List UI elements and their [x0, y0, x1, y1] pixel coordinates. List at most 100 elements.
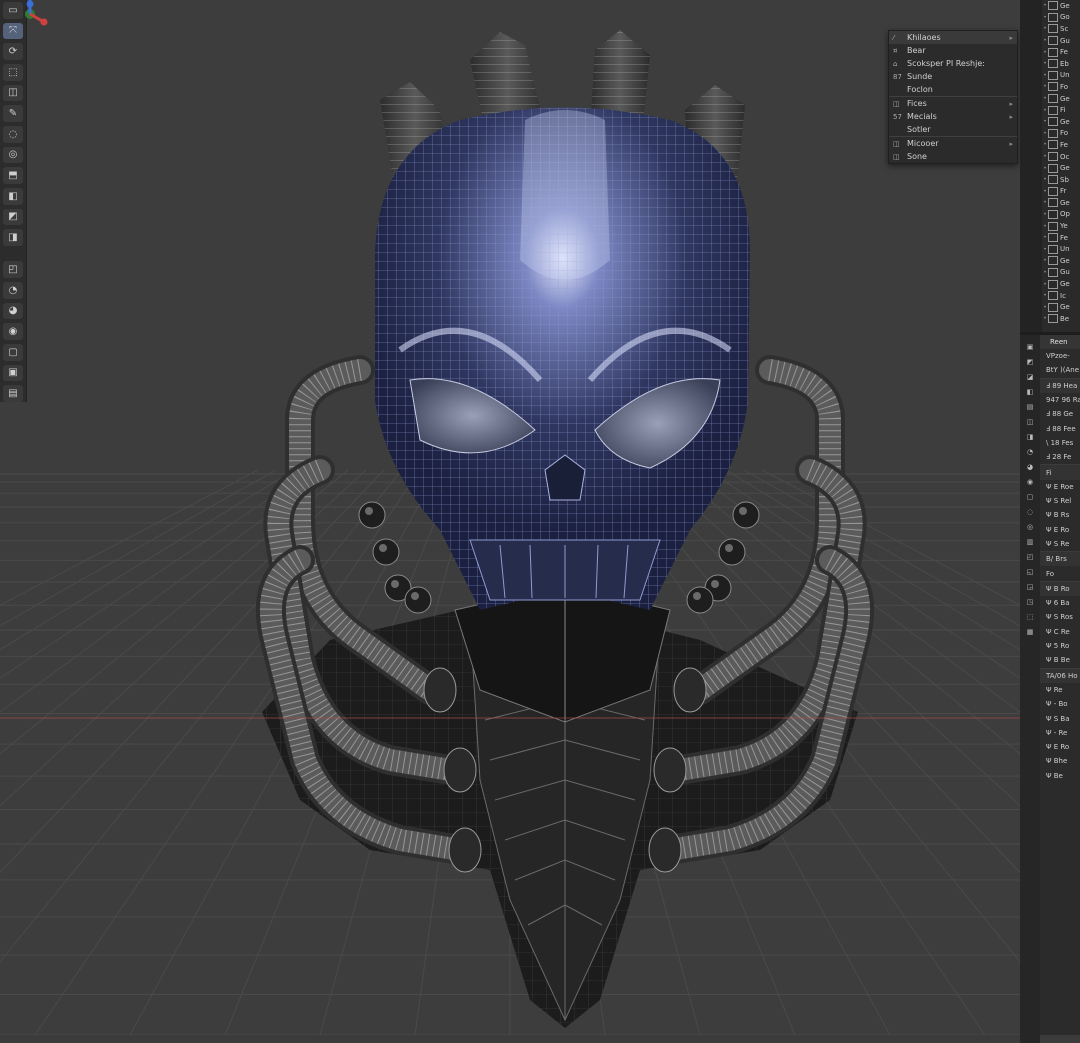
outliner-item[interactable]: • Sb [1042, 174, 1080, 186]
menu-item[interactable]: ⌂ Scoksper PI Reshje: [889, 57, 1017, 70]
property-row[interactable]: Ψ - Re [1040, 726, 1080, 740]
tool-smooth-icon[interactable]: ◉ [3, 323, 23, 340]
properties-tab-icon[interactable]: ▣ [1026, 343, 1035, 352]
tool-measure-icon[interactable]: ◌ [3, 125, 23, 143]
properties-tab-icon[interactable]: ◪ [1026, 373, 1035, 382]
tool-transform-icon[interactable]: ◫ [3, 84, 23, 102]
menu-item[interactable]: ⁄ Khilaoes ▸ [889, 31, 1017, 44]
3d-viewport[interactable]: ▭ ⤧ ⟳ ⬚ ◫ ✎ ◌ ◎ ⬒ ◧ ◩ ◨ ◰ ◔ ◕ ◉ ▢ ▣ ▤ ⁄ Khilaoes ▸ ¤ Bear ⌂ Scok… [0, 0, 1020, 1035]
gizmo-z-ball[interactable] [26, 0, 34, 8]
outliner-item[interactable]: • Eb [1042, 58, 1080, 70]
properties-tab-icon[interactable]: ◕ [1026, 463, 1035, 472]
properties-tab-icon[interactable]: ▥ [1026, 538, 1035, 547]
menu-item[interactable]: Foclon [889, 83, 1017, 96]
outliner-item[interactable]: • Fi [1042, 104, 1080, 116]
property-row[interactable]: Ψ S Ros [1040, 610, 1080, 624]
outliner-item[interactable]: • Ge [1042, 162, 1080, 174]
outliner-item[interactable]: • Gu [1042, 35, 1080, 47]
property-row[interactable]: Ⅎ 89 Hea [1040, 377, 1080, 393]
menu-item[interactable]: ◫ Micooer ▸ [889, 136, 1017, 150]
skull-mask-model[interactable] [255, 30, 875, 1028]
properties-tab-icon[interactable]: ◲ [1026, 583, 1035, 592]
property-row[interactable]: Ψ S Re [1040, 537, 1080, 551]
menu-item[interactable]: 87 Sunde [889, 70, 1017, 83]
property-row[interactable]: Ψ E Roe [1040, 480, 1080, 494]
property-row[interactable]: Ψ B Ro [1040, 580, 1080, 597]
outliner-item[interactable]: • Ge [1042, 116, 1080, 128]
property-row[interactable]: Fi [1040, 464, 1080, 480]
property-row[interactable]: Ψ 5 Ro [1040, 639, 1080, 653]
outliner-item[interactable]: • Ge [1042, 197, 1080, 209]
outliner-item[interactable]: • Sc [1042, 23, 1080, 35]
outliner-item[interactable]: • Go [1042, 12, 1080, 24]
outliner-item[interactable]: • Fe [1042, 46, 1080, 58]
property-row[interactable]: Ψ Re [1040, 683, 1080, 697]
properties-tab-icon[interactable]: ⬚ [1026, 613, 1035, 622]
menu-item[interactable]: 57 Mecials ▸ [889, 110, 1017, 123]
property-row[interactable]: Ⅎ 88 Fee [1040, 421, 1080, 435]
properties-tab-icon[interactable]: ◌ [1026, 508, 1035, 517]
outliner-item[interactable]: • Un [1042, 70, 1080, 82]
outliner-item[interactable]: • Ge [1042, 0, 1080, 12]
outliner-item[interactable]: • Fe [1042, 139, 1080, 151]
property-row[interactable]: VPzoe- [1040, 349, 1080, 363]
menu-item[interactable]: ¤ Bear [889, 44, 1017, 57]
tool-edge-slide-icon[interactable]: ▢ [3, 343, 23, 361]
properties-tab-icon[interactable]: ◰ [1026, 553, 1035, 562]
property-row[interactable]: Ψ Be [1040, 769, 1080, 783]
outliner-item[interactable]: • Ic [1042, 290, 1080, 302]
tool-loopcut-icon[interactable]: ◨ [3, 229, 23, 246]
outliner-item[interactable]: • Be [1042, 313, 1080, 325]
outliner-item[interactable]: • Ye [1042, 220, 1080, 232]
property-row[interactable]: 947 96 Ra [1040, 393, 1080, 407]
navigation-gizmo[interactable] [0, 0, 50, 28]
tool-rotate-icon[interactable]: ⟳ [3, 43, 23, 60]
menu-item[interactable]: ◫ Fices ▸ [889, 96, 1017, 110]
property-row[interactable]: Ψ S Rel [1040, 494, 1080, 508]
properties-tab-icon[interactable]: ◳ [1026, 598, 1035, 607]
viewport-canvas[interactable] [0, 0, 1020, 1035]
properties-tab-icon[interactable]: ◨ [1026, 433, 1035, 442]
outliner-item[interactable]: • Fo [1042, 128, 1080, 140]
property-row[interactable]: Ψ B Rs [1040, 508, 1080, 522]
properties-tab-icon[interactable]: ◧ [1026, 388, 1035, 397]
property-row[interactable]: Ψ 6 Ba [1040, 596, 1080, 610]
outliner-item[interactable]: • Op [1042, 209, 1080, 221]
outliner-item[interactable]: • Ge [1042, 255, 1080, 267]
properties-tab-icon[interactable]: ◉ [1026, 478, 1035, 487]
tool-shrink-icon[interactable]: ▣ [3, 364, 23, 382]
property-row[interactable]: Ψ Bhe [1040, 754, 1080, 768]
tool-scale-icon[interactable]: ⬚ [3, 63, 23, 81]
tool-knife-icon[interactable]: ◰ [3, 261, 23, 278]
properties-tab-icon[interactable]: ▢ [1026, 493, 1035, 502]
property-row[interactable]: B/ Brs [1040, 551, 1080, 567]
tool-shear-icon[interactable]: ▤ [3, 385, 23, 402]
outliner-panel[interactable]: • Ge • Go • Sc • Gu • Fe • Eb • Un • Fo • Ge • Fi • Ge • Fo • Fe •… [1042, 0, 1080, 332]
outliner-item[interactable]: • Gu [1042, 267, 1080, 279]
properties-tab-icon[interactable]: ◎ [1026, 523, 1035, 532]
property-row[interactable]: Ψ B Be [1040, 653, 1080, 667]
gizmo-x-ball[interactable] [40, 18, 48, 26]
properties-tab-icon[interactable]: ◫ [1026, 418, 1035, 427]
outliner-item[interactable]: • Un [1042, 243, 1080, 255]
property-row[interactable]: Fo [1040, 566, 1080, 580]
property-row[interactable]: Ψ - Bo [1040, 697, 1080, 711]
outliner-item[interactable]: • Fr [1042, 186, 1080, 198]
properties-tab-icon[interactable]: ▦ [1026, 628, 1035, 637]
tool-polybuild-icon[interactable]: ◔ [3, 281, 23, 299]
properties-tab-icon[interactable]: ◔ [1026, 448, 1035, 457]
outliner-item[interactable]: • Fo [1042, 81, 1080, 93]
property-row[interactable]: Ψ C Re [1040, 625, 1080, 639]
outliner-item[interactable]: • Ge [1042, 278, 1080, 290]
properties-tab-icon[interactable]: ▤ [1026, 403, 1035, 412]
tool-spin-icon[interactable]: ◕ [3, 302, 23, 320]
property-row[interactable]: Ⅎ 88 Ge [1040, 407, 1080, 421]
tool-add-cube-icon[interactable]: ◎ [3, 146, 23, 164]
property-row[interactable]: Ψ E Ro [1040, 740, 1080, 754]
property-row[interactable]: TA/06 Ho [1040, 667, 1080, 683]
tool-annotate-icon[interactable]: ✎ [3, 105, 23, 122]
tool-bevel-icon[interactable]: ◩ [3, 208, 23, 226]
outliner-item[interactable]: • Oc [1042, 151, 1080, 163]
properties-tab-icon[interactable]: ◱ [1026, 568, 1035, 577]
property-row[interactable]: BtY )(Ane [1040, 363, 1080, 377]
